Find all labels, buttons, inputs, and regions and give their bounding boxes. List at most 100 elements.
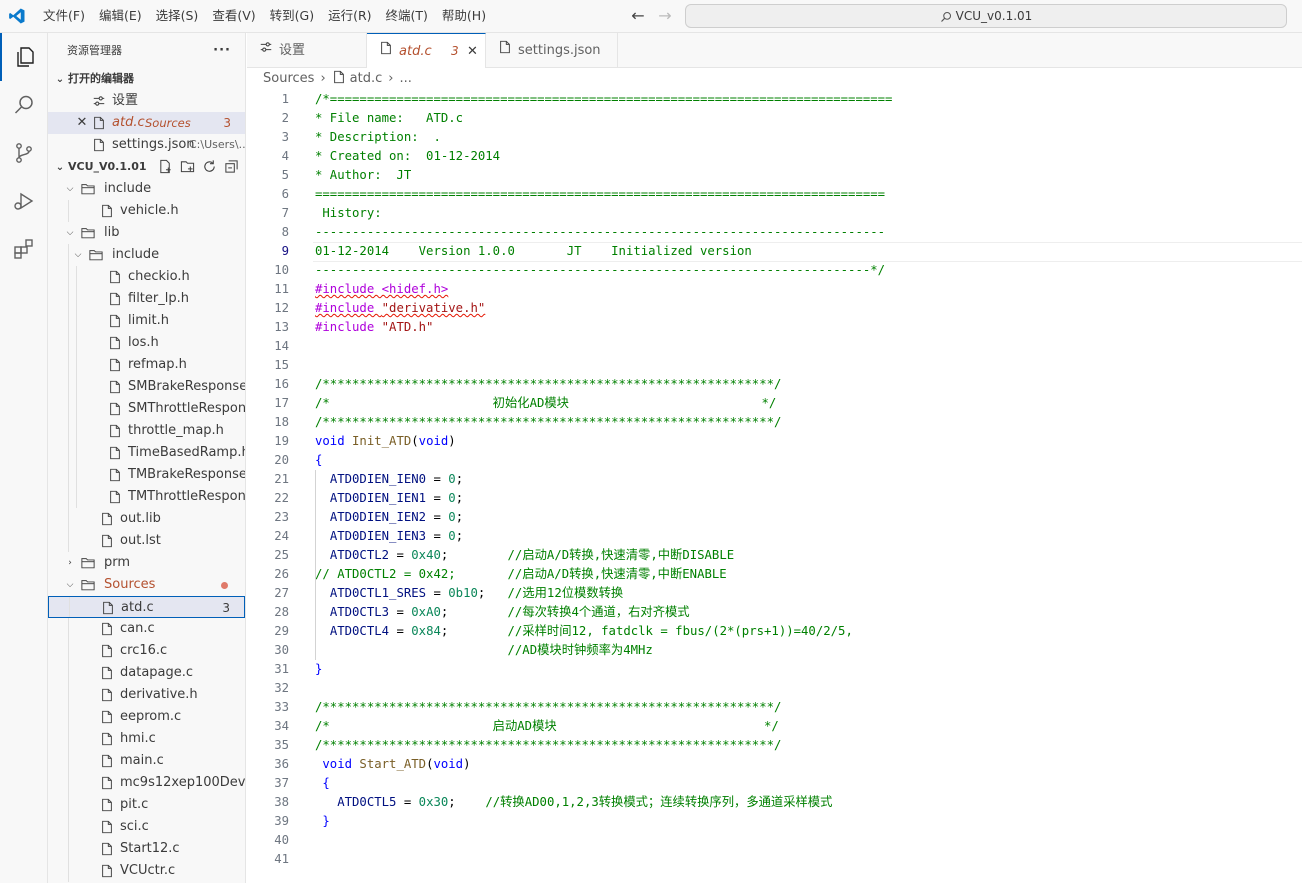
line-number: 40 bbox=[274, 833, 289, 847]
refresh-icon[interactable] bbox=[202, 159, 217, 174]
tree-file-label: datapage.c bbox=[120, 665, 194, 680]
explorer-icon[interactable] bbox=[0, 33, 48, 81]
extensions-icon[interactable] bbox=[0, 225, 48, 273]
tree-file-label: Start12.c bbox=[120, 841, 180, 856]
breadcrumb-item[interactable]: ... bbox=[399, 71, 411, 86]
open-editor-item[interactable]: 设置 bbox=[48, 90, 245, 112]
tree-file[interactable]: limit.h bbox=[48, 310, 245, 332]
tree-file[interactable]: hmi.c bbox=[48, 728, 245, 750]
tab-settings-json[interactable]: settings.json bbox=[486, 33, 618, 68]
command-center-search[interactable]: VCU_v0.1.01 bbox=[685, 4, 1287, 28]
breadcrumb-item[interactable]: atd.c bbox=[350, 71, 383, 86]
search-icon[interactable] bbox=[0, 81, 48, 129]
menu-item-1[interactable]: 编辑(E) bbox=[92, 0, 149, 33]
forward-arrow-icon[interactable]: → bbox=[655, 6, 675, 26]
tree-file[interactable]: checkio.h bbox=[48, 266, 245, 288]
tree-file[interactable]: filter_lp.h bbox=[48, 288, 245, 310]
tree-file[interactable]: mc9s12xep100Device.c bbox=[48, 772, 245, 794]
tree-file[interactable]: vehicle.h bbox=[48, 200, 245, 222]
new-folder-icon[interactable] bbox=[180, 159, 195, 174]
code-token: 0b10 bbox=[448, 586, 478, 600]
chevron-down-icon[interactable]: ⌵ bbox=[62, 574, 78, 596]
menu-item-6[interactable]: 终端(T) bbox=[379, 0, 435, 33]
code-editor[interactable]: 1 /*=====================================… bbox=[247, 90, 1302, 883]
code-token: 0x84 bbox=[411, 624, 441, 638]
tree-file[interactable]: pit.c bbox=[48, 794, 245, 816]
workspace-section[interactable]: ⌄ VCU_V0.1.01 bbox=[48, 156, 245, 178]
file-icon bbox=[379, 34, 393, 69]
tree-file[interactable]: VCUctr.c bbox=[48, 860, 245, 882]
menu-item-5[interactable]: 运行(R) bbox=[321, 0, 378, 33]
tree-file-label: crc16.c bbox=[120, 643, 168, 658]
tree-file[interactable]: eeprom.c bbox=[48, 706, 245, 728]
chevron-down-icon[interactable]: ⌵ bbox=[62, 222, 78, 244]
line-number: 9 bbox=[281, 244, 289, 258]
tree-file[interactable]: Start12.c bbox=[48, 838, 245, 860]
tree-file[interactable]: out.lst bbox=[48, 530, 245, 552]
chevron-right-icon[interactable]: › bbox=[62, 552, 78, 574]
chevron-down-icon[interactable]: ⌵ bbox=[62, 178, 78, 200]
tree-file[interactable]: los.h bbox=[48, 332, 245, 354]
tree-file[interactable]: datapage.c bbox=[48, 662, 245, 684]
editor-tab-bar: 设置 atd.c 3 ✕ settings.json bbox=[247, 33, 1302, 68]
breadcrumb-item[interactable]: Sources bbox=[263, 71, 314, 86]
tree-folder[interactable]: › prm bbox=[48, 552, 245, 574]
tree-file[interactable]: crc16.c bbox=[48, 640, 245, 662]
tree-file[interactable]: atd.c 3 bbox=[48, 596, 245, 618]
tree-folder[interactable]: ⌵ include bbox=[48, 244, 245, 266]
tree-file[interactable]: SMBrakeResponse.h bbox=[48, 376, 245, 398]
source-control-icon[interactable] bbox=[0, 129, 48, 177]
tree-file[interactable]: can.c bbox=[48, 618, 245, 640]
line-code: /*======================================… bbox=[315, 90, 892, 109]
tree-file[interactable]: SMThrottleRespons... bbox=[48, 398, 245, 420]
tab-atd-c[interactable]: atd.c 3 ✕ bbox=[367, 33, 486, 68]
menu-item-7[interactable]: 帮助(H) bbox=[435, 0, 493, 33]
tree-folder[interactable]: ⌵ Sources bbox=[48, 574, 245, 596]
tree-file[interactable]: out.lib bbox=[48, 508, 245, 530]
back-arrow-icon[interactable]: ← bbox=[628, 6, 648, 26]
tree-file-label: derivative.h bbox=[120, 687, 198, 702]
open-editor-item[interactable]: ✕ atd.c Sources 3 bbox=[48, 112, 245, 134]
menu-item-3[interactable]: 查看(V) bbox=[205, 0, 262, 33]
tree-folder-label: prm bbox=[104, 555, 131, 570]
search-icon bbox=[940, 11, 951, 22]
open-editor-item[interactable]: settings.json C:\Users\... bbox=[48, 134, 245, 156]
code-token: ATD0CTL3 bbox=[329, 605, 390, 619]
tree-file[interactable]: TMBrakeResponse.h bbox=[48, 464, 245, 486]
line-number: 14 bbox=[274, 339, 289, 353]
tree-file[interactable]: sci.c bbox=[48, 816, 245, 838]
menu-item-2[interactable]: 选择(S) bbox=[149, 0, 206, 33]
tab-settings[interactable]: 设置 bbox=[247, 33, 367, 68]
code-line: 41 bbox=[247, 850, 1302, 869]
breadcrumb: Sources › atd.c ›... bbox=[247, 68, 1302, 90]
more-actions-icon[interactable]: ··· bbox=[213, 33, 231, 68]
line-number: 8 bbox=[281, 225, 289, 239]
run-debug-icon[interactable] bbox=[0, 177, 48, 225]
line-number: 5 bbox=[281, 168, 289, 182]
new-file-icon[interactable] bbox=[158, 159, 173, 174]
open-editors-section[interactable]: ⌄ 打开的编辑器 bbox=[48, 68, 245, 90]
tree-file[interactable]: TimeBasedRamp.h bbox=[48, 442, 245, 464]
tree-file-label: checkio.h bbox=[128, 269, 190, 284]
tree-file[interactable]: derivative.h bbox=[48, 684, 245, 706]
code-token: 0xA0 bbox=[411, 605, 441, 619]
tree-file[interactable]: refmap.h bbox=[48, 354, 245, 376]
tree-file[interactable]: main.c bbox=[48, 750, 245, 772]
indent-guide bbox=[315, 546, 316, 565]
indent-guide bbox=[68, 398, 69, 420]
file-icon bbox=[92, 116, 106, 130]
tree-file[interactable]: TMThrottleRespons... bbox=[48, 486, 245, 508]
menu-item-0[interactable]: 文件(F) bbox=[36, 0, 92, 33]
chevron-down-icon[interactable]: ⌵ bbox=[70, 244, 86, 266]
tree-file[interactable]: throttle_map.h bbox=[48, 420, 245, 442]
collapse-all-icon[interactable] bbox=[224, 159, 239, 174]
close-icon[interactable]: ✕ bbox=[74, 112, 90, 134]
close-icon[interactable]: ✕ bbox=[467, 34, 478, 69]
tree-folder[interactable]: ⌵ include bbox=[48, 178, 245, 200]
tree-folder[interactable]: ⌵ lib bbox=[48, 222, 245, 244]
tree-file-label: can.c bbox=[120, 621, 155, 636]
tree-file-label: vehicle.h bbox=[120, 203, 179, 218]
menu-item-4[interactable]: 转到(G) bbox=[263, 0, 321, 33]
code-token: * Created on: 01-12-2014 bbox=[315, 149, 501, 163]
